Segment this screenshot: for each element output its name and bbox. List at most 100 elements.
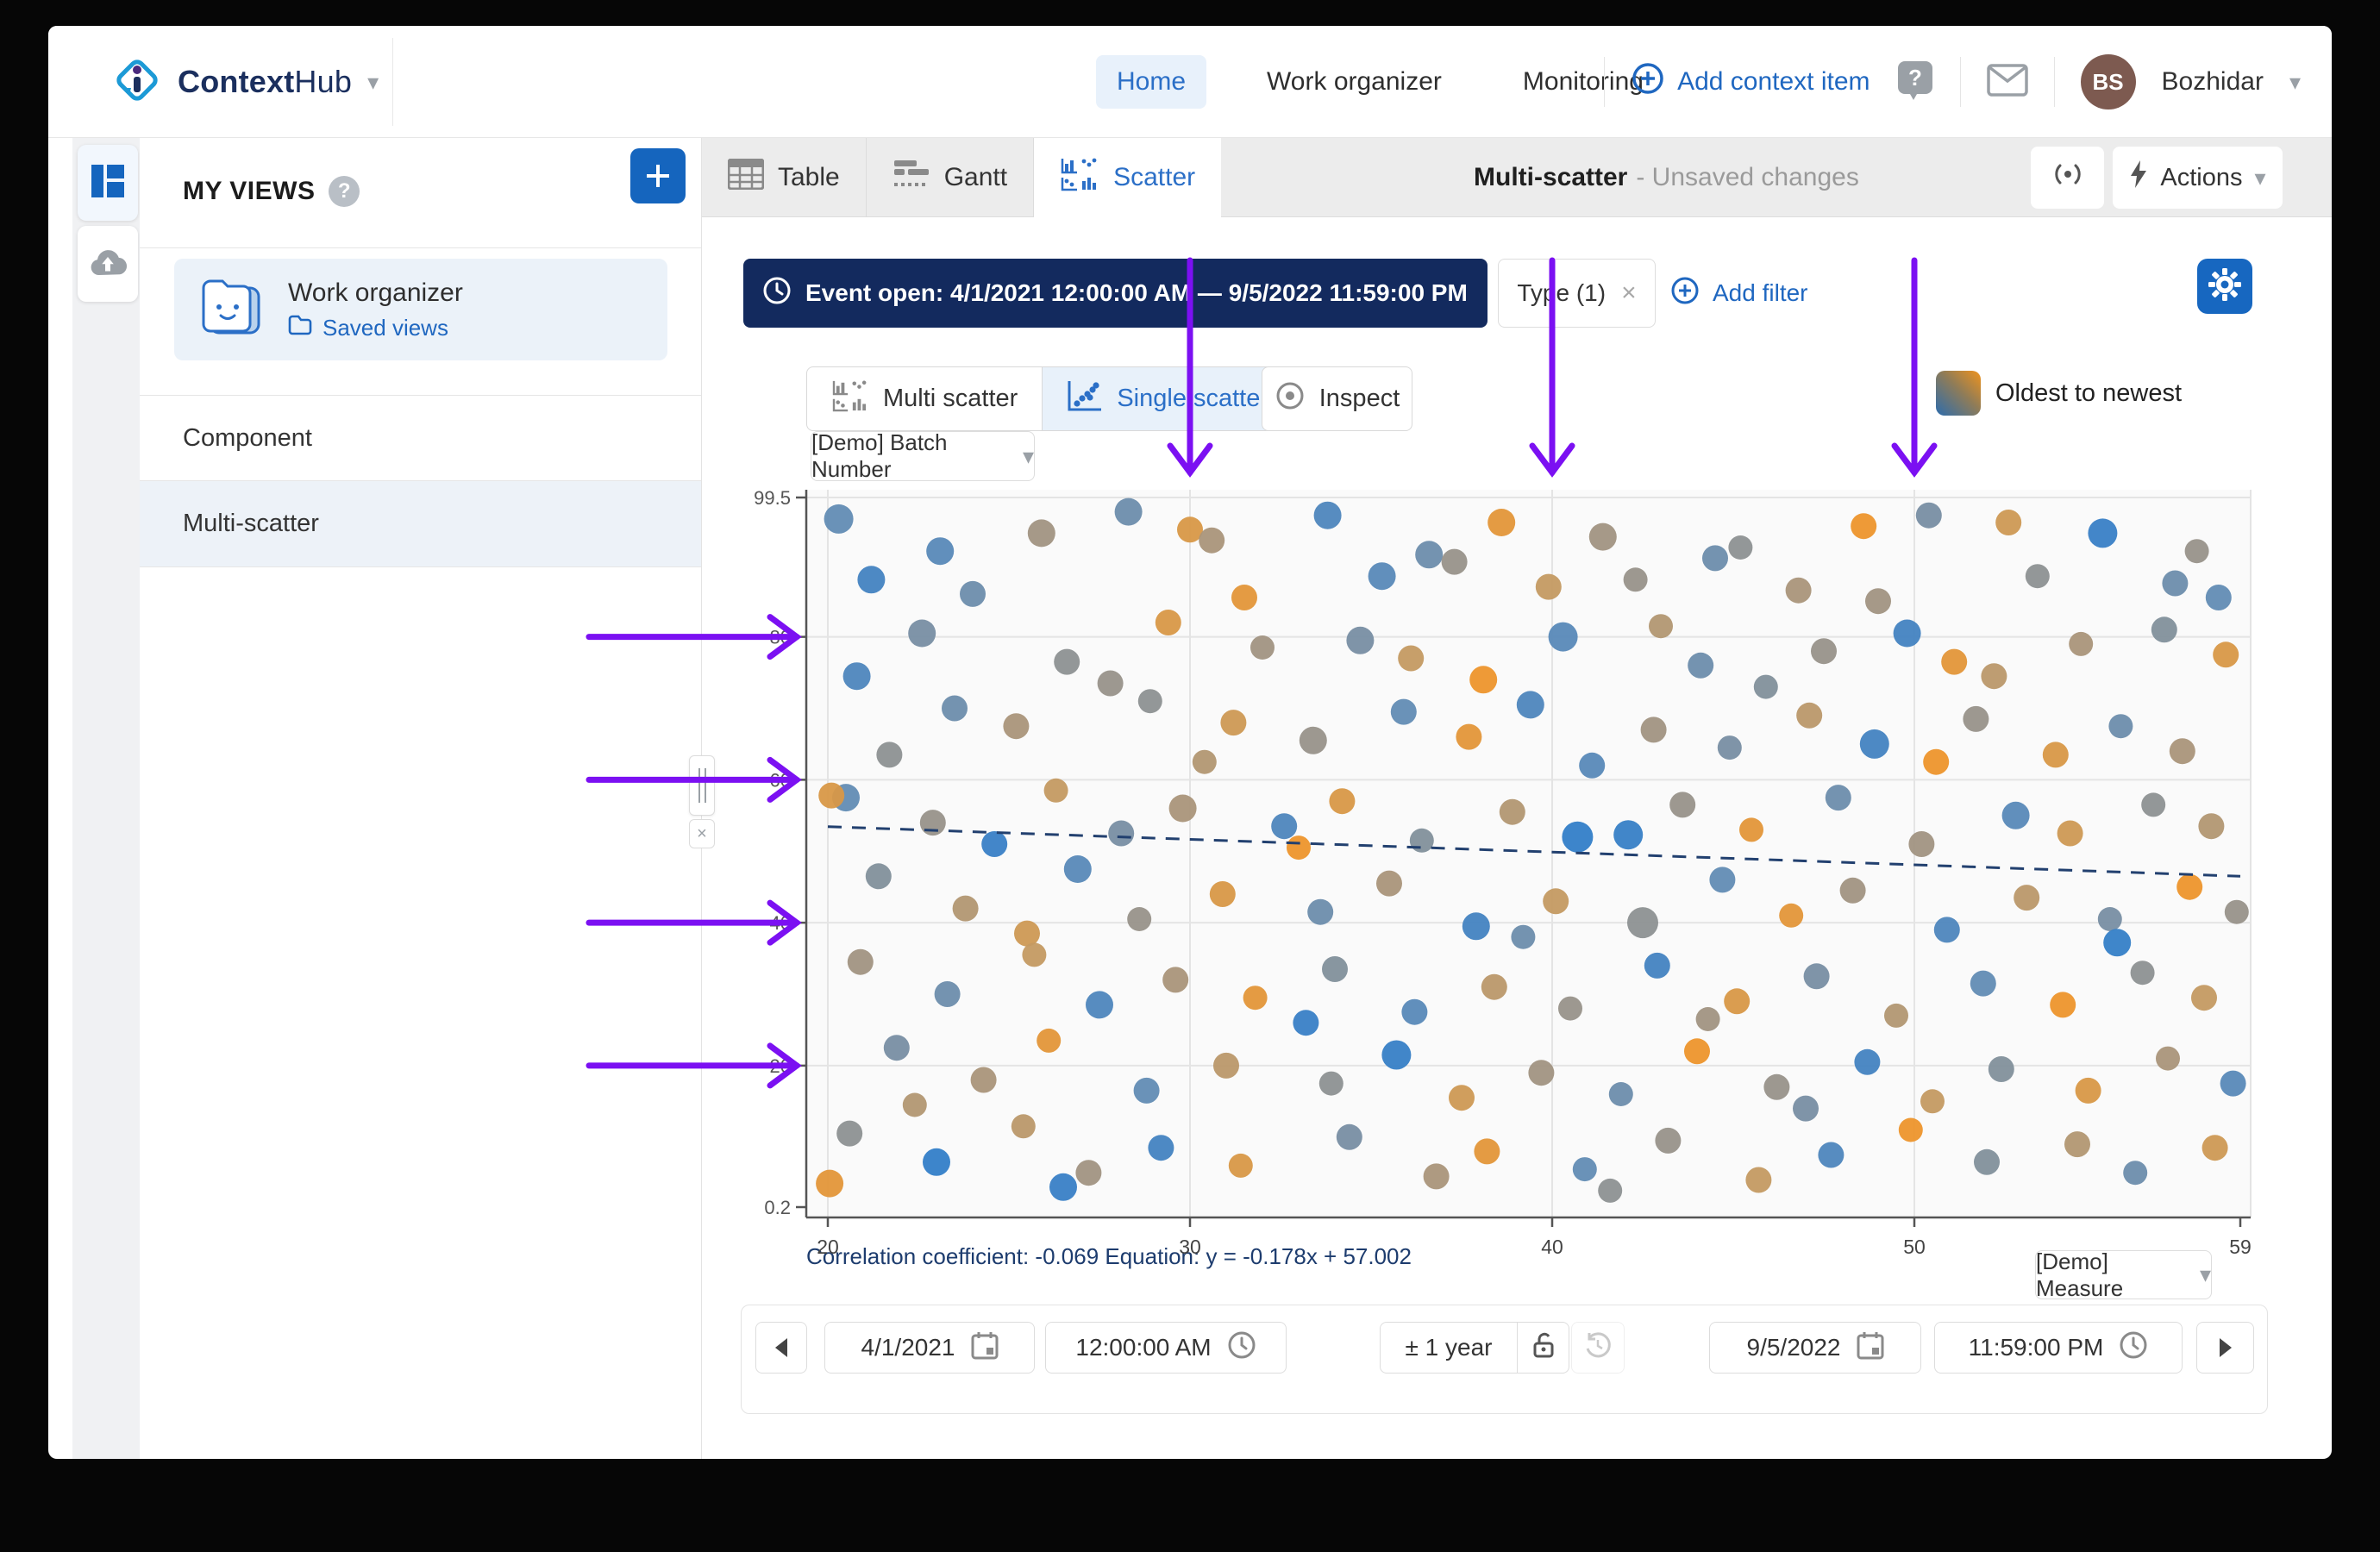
multi-scatter-option[interactable]: Multi scatter xyxy=(807,367,1042,430)
add-context-item-button[interactable]: Add context item xyxy=(1631,61,1870,103)
contexthub-logo-icon xyxy=(112,55,162,110)
svg-text:0.2: 0.2 xyxy=(764,1197,791,1218)
actions-button[interactable]: Actions ▾ xyxy=(2113,147,2283,209)
target-icon xyxy=(1275,380,1306,418)
annotation-arrow-down xyxy=(1891,257,1938,478)
header-divider xyxy=(392,38,393,126)
top-header: ContextHub ▾ Home Work organizer Monitor… xyxy=(48,26,2332,138)
svg-text:59: 59 xyxy=(2229,1236,2252,1258)
clock-icon xyxy=(1227,1330,1256,1366)
panel-collapse-button[interactable]: × xyxy=(689,819,715,848)
user-name[interactable]: Bozhidar xyxy=(2162,67,2264,97)
cloud-upload-icon xyxy=(87,246,128,283)
clock-icon xyxy=(2119,1330,2148,1366)
scatter-chart-icon xyxy=(1060,157,1099,198)
plus-circle-icon xyxy=(1669,275,1700,312)
shift-range-forward-button[interactable] xyxy=(2196,1322,2254,1374)
svg-text:50: 50 xyxy=(1903,1236,1926,1258)
event-open-filter-chip[interactable]: Event open: 4/1/2021 12:00:00 AM — 9/5/2… xyxy=(743,259,1488,328)
lightning-icon xyxy=(2129,160,2148,195)
main-nav: Home Work organizer Monitoring xyxy=(1096,26,1664,138)
sidebar-title: MY VIEWS ? xyxy=(183,176,360,207)
history-icon xyxy=(1584,1331,1612,1365)
actions-caret-icon: ▾ xyxy=(2254,164,2266,191)
sidebar-item-multi-scatter[interactable]: Multi-scatter xyxy=(140,481,701,567)
inspect-button[interactable]: Inspect xyxy=(1262,366,1412,431)
tab-table[interactable]: Table xyxy=(702,138,867,217)
calendar-icon xyxy=(971,1330,999,1366)
correlation-stats: Correlation coefficient: -0.069 Equation… xyxy=(806,1243,1412,1269)
dropdown-caret-icon: ▾ xyxy=(1022,442,1034,469)
single-scatter-option[interactable]: Single scatter xyxy=(1042,367,1293,430)
view-title: Multi-scatter - Unsaved changes xyxy=(1474,163,1859,191)
gantt-icon xyxy=(892,159,930,197)
work-organizer-card[interactable]: Work organizer Saved views xyxy=(174,259,667,360)
tab-scatter[interactable]: Scatter xyxy=(1034,138,1222,217)
svg-text:20: 20 xyxy=(770,1055,791,1077)
end-time-input[interactable]: 11:59:00 PM xyxy=(1934,1322,2183,1374)
my-views-sidebar: MY VIEWS ? Work organizer Saved views Co… xyxy=(140,138,702,1459)
start-date-input[interactable]: 4/1/2021 xyxy=(824,1322,1035,1374)
cloud-upload-button[interactable] xyxy=(78,226,138,302)
chevron-right-icon xyxy=(2219,1338,2232,1357)
view-card-title: Work organizer xyxy=(288,278,463,307)
sidebar-help-icon[interactable]: ? xyxy=(329,176,360,207)
layout-icon xyxy=(90,163,126,203)
end-date-input[interactable]: 9/5/2022 xyxy=(1709,1322,1921,1374)
range-span-button[interactable]: ± 1 year xyxy=(1380,1322,1518,1374)
broadcast-button[interactable] xyxy=(2031,147,2104,209)
x-dimension-dropdown[interactable]: [Demo] Batch Number ▾ xyxy=(811,429,1035,482)
sidebar-header: MY VIEWS ? xyxy=(140,138,701,248)
view-tab-strip: Table Gantt Scatter Multi-scatter - Unsa… xyxy=(702,138,2332,217)
header-divider xyxy=(1604,57,1606,107)
single-scatter-icon xyxy=(1067,379,1103,419)
header-right: Add context item ? BS Bozhidar ▾ xyxy=(1604,26,2301,138)
y-dimension-dropdown[interactable]: [Demo] Measure ▾ xyxy=(2035,1248,2212,1301)
plus-circle-icon xyxy=(1631,61,1665,103)
sidebar-item-component[interactable]: Component xyxy=(140,395,701,481)
time-gradient-legend-icon xyxy=(1936,371,1981,416)
reset-history-button[interactable] xyxy=(1571,1322,1625,1374)
brand-logo[interactable]: ContextHub ▾ xyxy=(112,26,379,138)
time-gradient-legend-label: Oldest to newest xyxy=(1995,379,2182,407)
add-view-button[interactable] xyxy=(630,148,686,203)
help-icon[interactable]: ? xyxy=(1896,59,1934,105)
header-divider xyxy=(1959,57,1961,107)
view-tabs: Table Gantt Scatter xyxy=(702,138,1222,217)
type-filter-chip[interactable]: Type (1) × xyxy=(1498,259,1656,328)
chart-settings-button[interactable] xyxy=(2197,259,2252,314)
table-icon xyxy=(727,158,765,197)
user-menu-caret-icon[interactable]: ▾ xyxy=(2289,69,2301,96)
folder-face-icon xyxy=(198,276,266,344)
multi-scatter-icon xyxy=(831,379,869,419)
dropdown-caret-icon: ▾ xyxy=(2199,1261,2211,1287)
date-range-panel: 4/1/2021 12:00:00 AM ± 1 year 9/5/2022 1… xyxy=(741,1305,2268,1414)
brand-name: ContextHub xyxy=(178,64,353,99)
app-window: ContextHub ▾ Home Work organizer Monitor… xyxy=(48,26,2332,1459)
svg-text:40: 40 xyxy=(770,912,791,934)
lock-open-icon xyxy=(1532,1331,1555,1365)
remove-filter-icon[interactable]: × xyxy=(1621,278,1637,308)
gear-icon xyxy=(2208,267,2242,306)
svg-text:40: 40 xyxy=(1541,1236,1563,1258)
svg-text:?: ? xyxy=(1908,65,1922,91)
nav-work-organizer[interactable]: Work organizer xyxy=(1246,55,1462,109)
header-divider xyxy=(2053,57,2055,107)
user-avatar[interactable]: BS xyxy=(2080,54,2136,110)
tab-gantt[interactable]: Gantt xyxy=(867,138,1035,217)
svg-text:80: 80 xyxy=(770,627,791,648)
panel-resize-handle[interactable] xyxy=(689,755,715,816)
scatter-mode-toggle: Multi scatter Single scatter xyxy=(806,366,1294,431)
lock-range-button[interactable] xyxy=(1518,1322,1569,1374)
brand-caret-icon[interactable]: ▾ xyxy=(367,69,379,96)
saved-views-link[interactable]: Saved views xyxy=(288,315,463,341)
mail-icon[interactable] xyxy=(1986,63,2028,101)
broadcast-icon xyxy=(2051,160,2085,195)
views-panel-toggle[interactable] xyxy=(78,145,138,221)
start-time-input[interactable]: 12:00:00 AM xyxy=(1045,1322,1287,1374)
add-filter-button[interactable]: Add filter xyxy=(1669,259,1808,328)
svg-text:60: 60 xyxy=(770,769,791,791)
shift-range-back-button[interactable] xyxy=(755,1322,807,1374)
folder-icon xyxy=(288,315,312,341)
nav-home[interactable]: Home xyxy=(1096,55,1207,109)
